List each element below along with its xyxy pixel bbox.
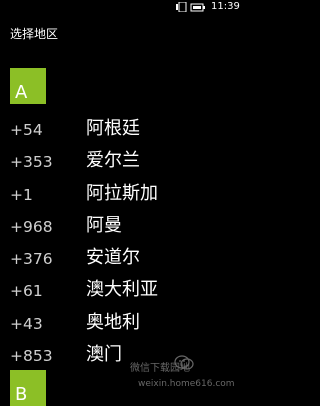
group-header-a[interactable]: A (10, 68, 46, 104)
country-code: +1 (10, 185, 33, 204)
country-item[interactable]: +43 奥地利 (0, 308, 240, 340)
country-item[interactable]: +1 阿拉斯加 (0, 179, 240, 211)
country-code: +376 (10, 250, 53, 269)
country-code: +853 (10, 347, 53, 366)
country-name: 阿根廷 (86, 118, 140, 139)
watermark: 微信下载园地 weixin.home616.com (130, 355, 238, 397)
country-code: +353 (10, 153, 53, 172)
watermark-url: weixin.home616.com (138, 379, 235, 389)
page-title: 选择地区 (10, 27, 59, 41)
country-code: +54 (10, 121, 43, 139)
country-name: 阿拉斯加 (86, 182, 158, 204)
country-name: 阿曼 (86, 214, 122, 236)
country-code: +61 (10, 282, 43, 301)
battery-icon (190, 3, 205, 12)
network-icon (176, 2, 187, 12)
status-bar: 11:39 (0, 0, 240, 14)
status-time: 11:39 (211, 1, 240, 12)
country-name: 爱尔兰 (86, 150, 140, 172)
group-letter: B (15, 384, 28, 405)
country-name: 安道尔 (86, 247, 140, 269)
group-header-b[interactable]: B (10, 370, 46, 406)
country-code: +968 (10, 217, 53, 236)
country-item[interactable]: +353 爱尔兰 (0, 146, 240, 178)
country-code: +43 (10, 314, 43, 333)
country-item[interactable]: +376 安道尔 (0, 243, 240, 275)
group-letter: A (15, 82, 28, 103)
country-name: 奥地利 (86, 311, 140, 333)
country-list: +54 阿根廷 +353 爱尔兰 +1 阿拉斯加 +968 阿曼 +376 安道… (0, 114, 240, 372)
watermark-text: 微信下载园地 (130, 363, 190, 374)
country-item[interactable]: +54 阿根廷 (0, 114, 240, 146)
status-icons (176, 2, 205, 12)
country-item[interactable]: +968 阿曼 (0, 211, 240, 243)
country-name: 澳门 (86, 344, 122, 366)
country-item[interactable]: +61 澳大利亚 (0, 275, 240, 307)
country-name: 澳大利亚 (86, 279, 158, 301)
